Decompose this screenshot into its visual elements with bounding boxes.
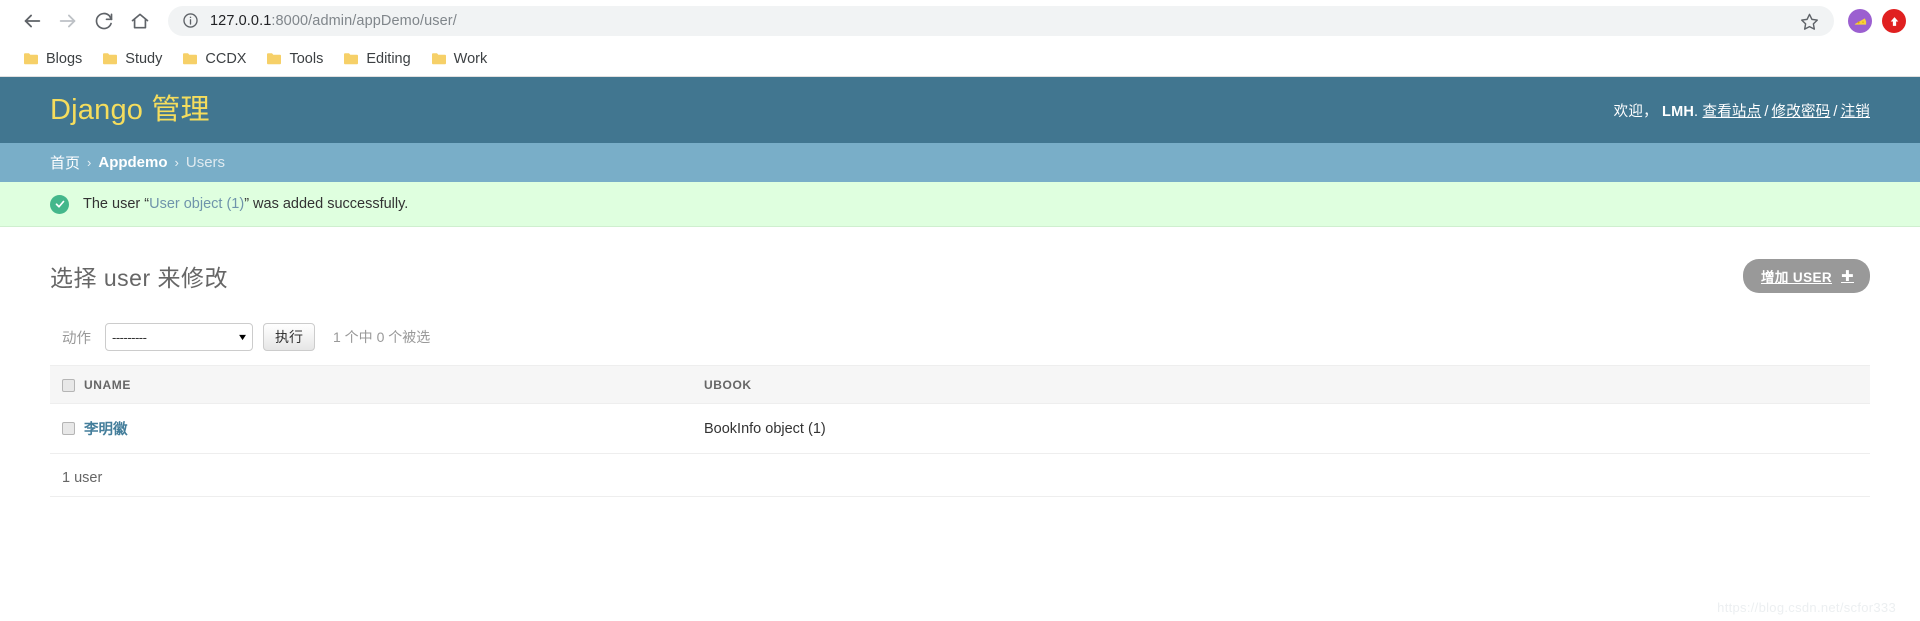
url-text: 127.0.0.1:8000/admin/appDemo/user/ [210,6,1790,36]
message-object-link[interactable]: User object (1) [149,196,244,212]
table-body: 李明徽 BookInfo object (1) [50,403,1870,454]
message-prefix: The user “ [83,196,150,212]
change-password-link[interactable]: 修改密码 [1772,104,1831,120]
run-action-button[interactable]: 执行 [263,323,315,351]
bookmark-label: Study [125,51,163,67]
action-label: 动作 [62,330,91,347]
user-tools: 欢迎， LMH. 查看站点 / 修改密码 / 注销 [1614,100,1870,121]
logout-link[interactable]: 注销 [1841,104,1870,120]
paginator: 1 user [50,454,1870,497]
breadcrumb-separator-1: › [87,155,92,170]
red-arrow-extension-icon[interactable] [1882,9,1906,33]
home-button[interactable] [122,4,158,38]
bookmark-star-icon[interactable] [1796,8,1822,34]
folder-icon [102,52,118,66]
action-counter: 1 个中 0 个被选 [333,329,431,345]
welcome-text: 欢迎， [1613,103,1658,120]
site-info-icon[interactable] [182,12,200,30]
results-table: UNAME UBOOK 李明徽 BookInfo object (1) [50,365,1870,454]
row-checkbox[interactable] [62,422,75,436]
message-suffix: ” was added successfully. [244,196,409,212]
actions-toolbar: 动作 --------- ▼ 执行 1 个中 0 个被选 [50,301,1870,365]
watermark: https://blog.csdn.net/scfor333 [1717,600,1896,615]
breadcrumb-app[interactable]: Appdemo [98,154,167,171]
add-user-button[interactable]: 增加 USER ✚ [1742,259,1870,293]
extension-icons [1848,9,1906,33]
username-dot: . [1694,103,1699,120]
home-icon [131,13,149,29]
folder-icon [182,52,198,66]
success-message: The user “User object (1)” was added suc… [0,182,1920,227]
bookmark-editing[interactable]: Editing [334,47,419,71]
breadcrumb: 首页 › Appdemo › Users [0,143,1920,182]
cell-uname: 李明徽 [84,403,704,454]
add-user-label: 增加 USER [1760,270,1833,285]
bookmark-ccdx[interactable]: CCDX [173,47,255,71]
breadcrumb-separator-2: › [174,155,179,170]
bookmark-study[interactable]: Study [93,47,171,71]
bookmarks-bar: Blogs Study CCDX Tools Editing Work [0,42,1920,77]
back-button[interactable] [14,4,50,38]
folder-icon [431,52,447,66]
tools-separator-1: / [1764,103,1769,120]
success-message-text: The user “User object (1)” was added suc… [83,196,408,212]
action-select[interactable]: --------- ▼ [105,323,253,351]
row-select-cell[interactable] [50,403,84,454]
bookmark-label: Tools [289,51,324,67]
reload-button[interactable] [86,4,122,38]
page-title: 选择 user 来修改 [50,265,229,291]
forward-arrow-icon [59,14,76,28]
content-header: 选择 user 来修改 增加 USER ✚ [50,227,1870,301]
select-all-header[interactable] [50,365,84,404]
bookmark-label: CCDX [205,51,247,67]
browser-chrome: 127.0.0.1:8000/admin/appDemo/user/ Blogs… [0,0,1920,77]
breadcrumb-home[interactable]: 首页 [50,152,80,173]
column-header-ubook[interactable]: UBOOK [704,365,1870,404]
bookmark-label: Blogs [46,51,83,67]
bookmark-label: Work [453,51,488,67]
cheese-extension-icon[interactable] [1848,9,1872,33]
view-site-link[interactable]: 查看站点 [1703,104,1762,120]
success-check-icon [50,194,69,214]
bookmark-blogs[interactable]: Blogs [14,47,91,71]
table-head: UNAME UBOOK [50,365,1870,404]
site-branding[interactable]: Django 管理 [50,95,210,125]
cell-ubook: BookInfo object (1) [704,403,1870,454]
address-bar[interactable]: 127.0.0.1:8000/admin/appDemo/user/ [168,6,1834,36]
bookmark-work[interactable]: Work [422,47,497,71]
url-host: 127.0.0.1 [210,13,272,29]
folder-icon [266,52,282,66]
username: LMH [1662,103,1695,120]
main-content: 选择 user 来修改 增加 USER ✚ 动作 --------- ▼ 执行 … [0,227,1920,497]
bookmark-tools[interactable]: Tools [257,47,332,71]
plus-icon: ✚ [1841,267,1854,285]
browser-toolbar: 127.0.0.1:8000/admin/appDemo/user/ [0,0,1920,42]
tools-separator-2: / [1833,103,1838,120]
select-all-checkbox[interactable] [62,378,75,392]
admin-header: Django 管理 欢迎， LMH. 查看站点 / 修改密码 / 注销 [0,77,1920,143]
folder-icon [23,52,39,66]
user-link[interactable]: 李明徽 [84,422,128,438]
table-header-row: UNAME UBOOK [50,365,1870,404]
action-select-value: --------- [112,329,147,345]
chevron-down-icon: ▼ [236,332,248,342]
forward-button[interactable] [50,4,86,38]
back-arrow-icon [24,14,41,28]
url-path: :8000/admin/appDemo/user/ [271,13,457,29]
breadcrumb-model: Users [185,154,226,171]
bookmark-label: Editing [366,51,411,67]
table-row: 李明徽 BookInfo object (1) [50,403,1870,454]
folder-icon [343,52,359,66]
reload-icon [95,12,113,30]
column-header-uname[interactable]: UNAME [84,365,704,404]
